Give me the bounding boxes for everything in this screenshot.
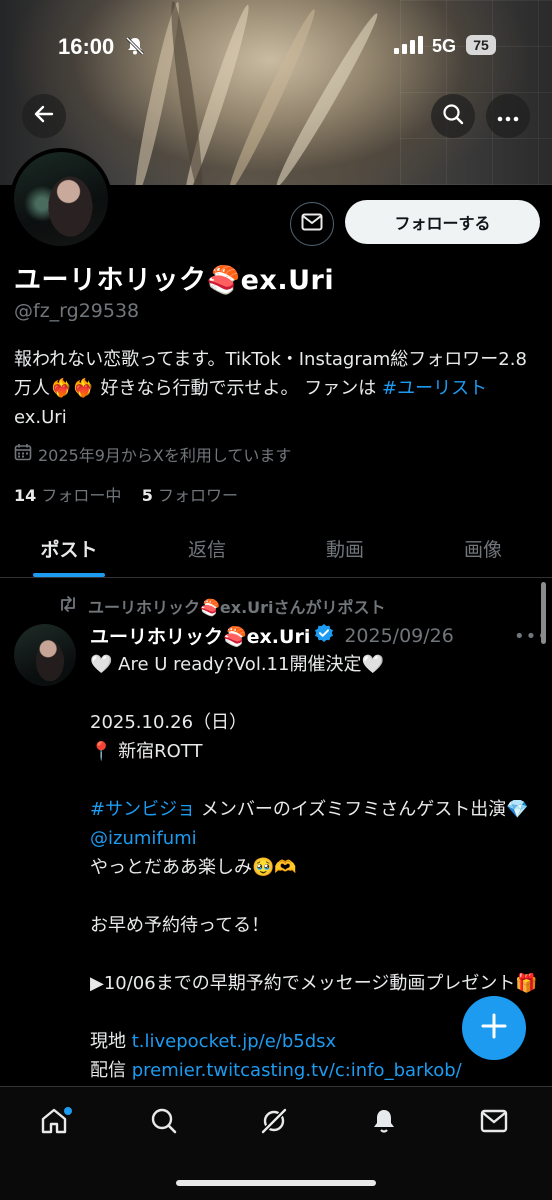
profile-handle: @fz_rg29538	[14, 300, 140, 322]
post-line: 2025.10.26（日）	[90, 712, 248, 733]
plus-icon	[481, 1013, 507, 1043]
bell-icon	[370, 1107, 398, 1139]
notification-dot	[64, 1107, 72, 1115]
follow-counts: 14 フォロー中 5 フォロワー	[14, 482, 238, 506]
post-line: 配信 premier.twitcasting.tv/c:info_barkob/	[90, 1056, 538, 1085]
search-button[interactable]	[431, 94, 475, 138]
post-blank-line	[90, 882, 538, 911]
status-bar: 16:00 5G 75	[0, 0, 552, 92]
compose-button[interactable]	[462, 996, 526, 1060]
stream-ticket-link[interactable]: premier.twitcasting.tv/c:info_barkob/	[132, 1060, 462, 1081]
profile-tabs: ポスト 返信 動画 画像	[0, 520, 552, 578]
post-date: 2025/09/26	[344, 624, 454, 647]
post-blank-line	[90, 766, 538, 795]
verified-badge-icon	[314, 623, 334, 648]
post-line: お早め予約待ってる！	[90, 915, 270, 936]
post-hashtag-link[interactable]: #サンビジョ	[90, 799, 195, 820]
display-name: ユーリホリック🍣ex.Uri	[14, 265, 335, 296]
followers-link[interactable]: 5 フォロワー	[142, 486, 238, 505]
post-blank-line	[90, 679, 538, 708]
search-icon	[442, 103, 464, 129]
message-button[interactable]	[290, 202, 334, 246]
search-icon	[150, 1107, 178, 1139]
calendar-icon	[14, 443, 32, 465]
grok-icon	[260, 1107, 288, 1139]
status-time: 16:00	[58, 34, 115, 59]
repost-icon	[58, 596, 78, 616]
repost-indicator[interactable]: ユーリホリック🍣ex.Uriさんがリポスト	[58, 594, 386, 618]
bio-hashtag-link[interactable]: #ユーリスト	[382, 378, 487, 399]
more-horizontal-icon	[497, 107, 519, 126]
tab-posts[interactable]: ポスト	[0, 520, 138, 577]
following-link[interactable]: 14 フォロー中	[14, 486, 121, 505]
post-line: ▶10/06までの早期予約でメッセージ動画プレゼント🎁	[90, 973, 538, 994]
post-line: やっとだああ楽しみ🥹🫶	[90, 857, 297, 878]
following-label: フォロー中	[41, 486, 122, 505]
post-line-text: メンバーのイズミフミさんゲスト出演💎	[195, 799, 529, 820]
nav-notifications[interactable]	[362, 1101, 406, 1145]
following-count: 14	[14, 486, 37, 505]
nav-search[interactable]	[142, 1101, 186, 1145]
profile-bio: 報われない恋歌ってます。TikTok・Instagram総フォロワー2.8万人❤…	[14, 345, 539, 432]
tab-videos[interactable]: 動画	[276, 520, 414, 577]
venue-ticket-link[interactable]: t.livepocket.jp/e/b5dsx	[132, 1031, 336, 1052]
envelope-icon	[480, 1109, 508, 1137]
post-blank-line	[90, 940, 538, 969]
bio-suffix: ex.Uri	[14, 407, 67, 428]
post-line: 🤍 Are U ready?Vol.11開催決定🤍	[90, 654, 384, 675]
followers-count: 5	[141, 486, 153, 505]
repost-label: ユーリホリック🍣ex.Uriさんがリポスト	[88, 598, 386, 617]
nav-grok[interactable]	[252, 1101, 296, 1145]
scrollbar[interactable]	[541, 582, 546, 644]
silent-bell-icon	[125, 36, 145, 60]
tab-images[interactable]: 画像	[414, 520, 552, 577]
follow-button[interactable]: フォローする	[345, 200, 540, 244]
arrow-left-icon	[33, 103, 55, 129]
joined-date: 2025年9月からXを利用しています	[14, 442, 291, 466]
battery-indicator: 75	[466, 35, 496, 55]
joined-text: 2025年9月からXを利用しています	[38, 446, 292, 465]
post-line: #サンビジョ メンバーのイズミフミさんゲスト出演💎 @izumifumi	[90, 795, 538, 853]
home-indicator[interactable]	[176, 1180, 376, 1186]
back-button[interactable]	[22, 94, 66, 138]
post-line: 📍 新宿ROTT	[90, 741, 203, 762]
post-author-avatar[interactable]	[14, 624, 76, 686]
envelope-icon	[301, 213, 323, 235]
post-line-text: 現地	[90, 1031, 132, 1052]
more-options-button[interactable]	[486, 94, 530, 138]
post-line-text: 配信	[90, 1060, 132, 1081]
post-author-name[interactable]: ユーリホリック🍣ex.Uri	[90, 622, 310, 649]
nav-messages[interactable]	[472, 1101, 516, 1145]
signal-icon	[394, 35, 424, 59]
tab-replies[interactable]: 返信	[138, 520, 276, 577]
followers-label: フォロワー	[157, 486, 238, 505]
nav-home[interactable]	[32, 1101, 76, 1145]
profile-avatar[interactable]	[10, 148, 112, 250]
network-type: 5G	[432, 36, 457, 56]
post-header: ユーリホリック🍣ex.Uri 2025/09/26	[90, 622, 454, 649]
post-mention-link[interactable]: @izumifumi	[90, 828, 197, 849]
